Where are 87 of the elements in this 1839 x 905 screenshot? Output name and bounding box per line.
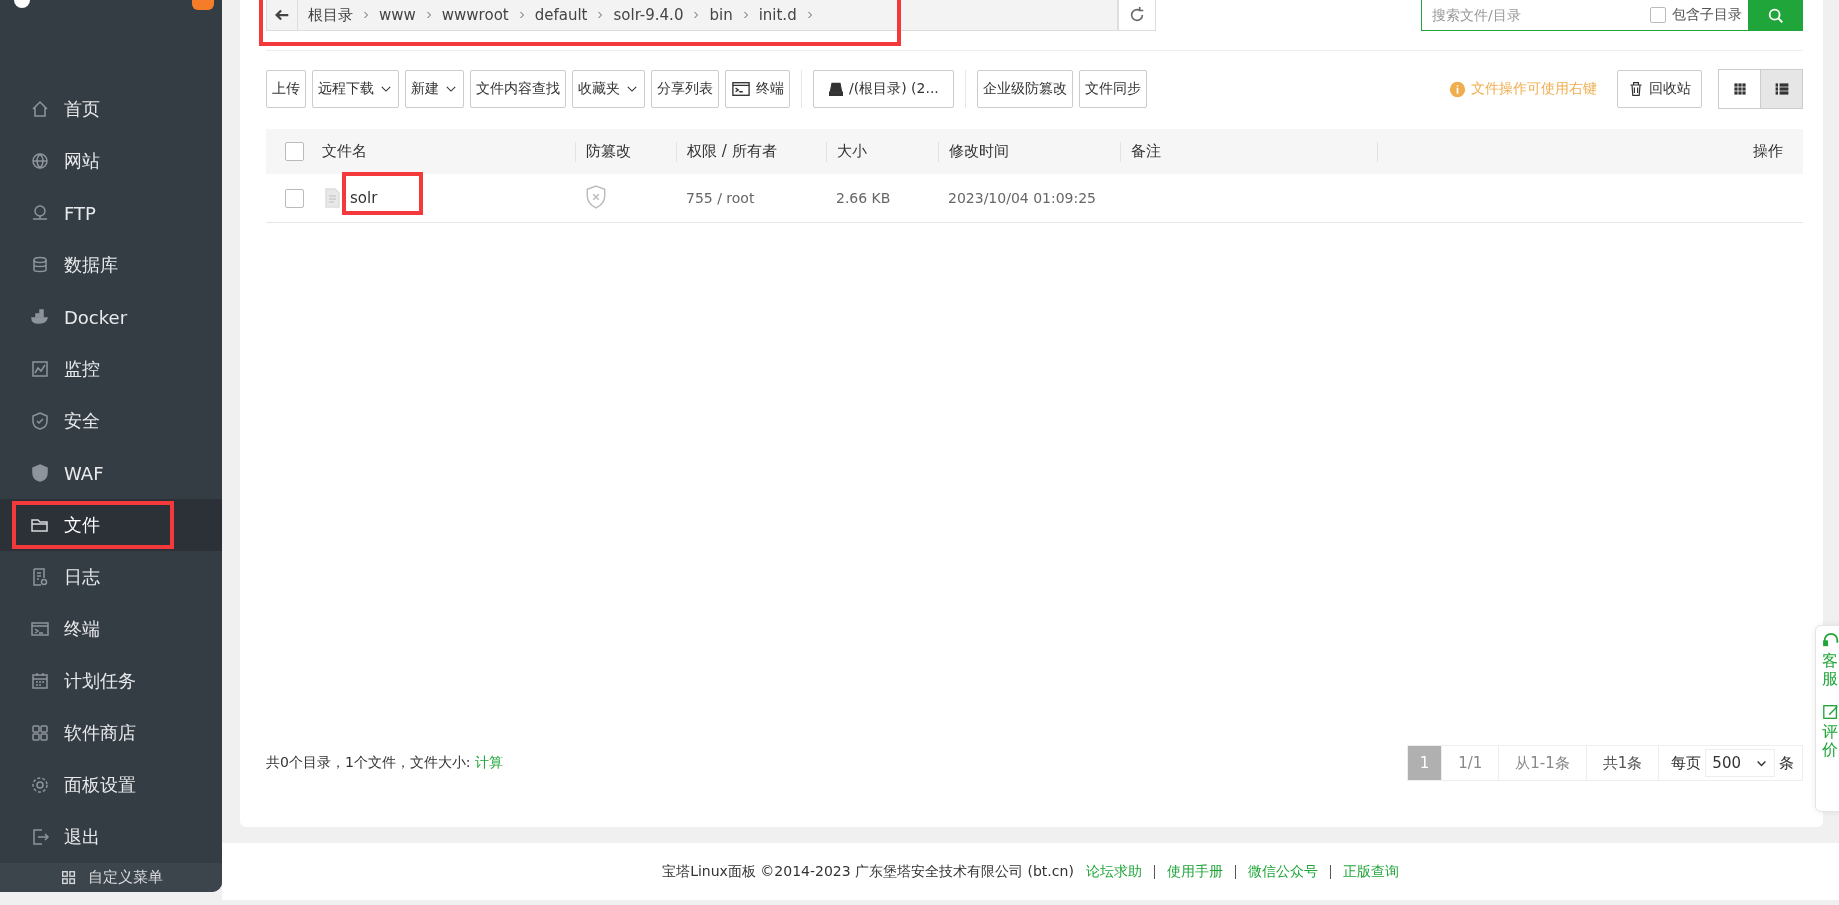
- total-count: 共1条: [1585, 746, 1659, 780]
- checkbox[interactable]: [1650, 7, 1666, 23]
- drive-icon: [828, 81, 844, 97]
- column-header: 备注: [1131, 142, 1161, 161]
- toolbar-button[interactable]: 上传: [266, 70, 306, 108]
- range-info: 从1-1条: [1498, 746, 1586, 780]
- copyright-text: 宝塔Linux面板 ©2014-2023 广东堡塔安全技术有限公司 (bt.cn): [662, 862, 1074, 881]
- breadcrumb-link[interactable]: solr-9.4.0: [613, 6, 684, 24]
- sidebar-item[interactable]: FTP: [0, 187, 222, 240]
- grid-view-icon: [1731, 81, 1748, 97]
- breadcrumb-link[interactable]: 根目录: [308, 5, 353, 25]
- dropdown-button[interactable]: 新建: [405, 70, 464, 108]
- table-cell-text: 2023/10/04 01:09:25: [947, 190, 1098, 206]
- breadcrumb-link[interactable]: wwwroot: [441, 6, 509, 24]
- gear-icon: [30, 775, 50, 796]
- grid-icon: [60, 868, 78, 887]
- shield-icon: [30, 411, 50, 432]
- column-header: 文件名: [322, 142, 367, 161]
- chart-icon: [30, 359, 50, 380]
- sidebar-item[interactable]: 监控: [0, 343, 222, 396]
- terminal-icon: [731, 80, 751, 98]
- sidebar-item[interactable]: 面板设置: [0, 759, 222, 812]
- search-glyph: [1766, 6, 1785, 25]
- hint-text: 文件操作可使用右键: [1471, 80, 1597, 98]
- row-checkbox[interactable]: [284, 188, 304, 208]
- checkbox-label: 包含子目录: [1672, 6, 1742, 24]
- breadcrumb-link[interactable]: default: [534, 6, 588, 24]
- sidebar-item[interactable]: 计划任务: [0, 655, 222, 708]
- dropdown-button[interactable]: 收藏夹: [572, 70, 645, 108]
- toolbar-button[interactable]: 企业级防篡改: [976, 70, 1073, 108]
- toolbar-button[interactable]: 分享列表: [651, 70, 719, 108]
- toolbar-button[interactable]: 文件内容查找: [470, 70, 566, 108]
- breadcrumb-link[interactable]: init.d: [758, 6, 797, 24]
- notification-badge: [192, 0, 214, 10]
- grid-icon: [30, 723, 50, 744]
- list-view-button[interactable]: [1761, 69, 1803, 109]
- toolbar-button[interactable]: 终端: [725, 70, 790, 108]
- chevron-right-icon: [361, 9, 371, 21]
- sidebar-item[interactable]: 首页: [0, 83, 222, 136]
- shield-icon: [30, 463, 50, 484]
- recycle-bin-button[interactable]: 回收站: [1617, 70, 1702, 108]
- breadcrumb-link[interactable]: bin: [709, 6, 733, 24]
- select-all-checkbox[interactable]: [284, 142, 304, 161]
- toolbar-button[interactable]: 文件同步: [1078, 70, 1147, 108]
- document-icon: [30, 567, 50, 588]
- sidebar-item[interactable]: 文件: [0, 499, 222, 552]
- home-icon: [30, 99, 50, 120]
- logout-icon: [30, 827, 50, 848]
- sidebar-item[interactable]: 退出: [0, 811, 222, 864]
- summary-text: 共0个目录，1个文件，文件大小: 计算: [266, 754, 503, 772]
- edit-icon: [1822, 703, 1839, 722]
- sidebar-item[interactable]: 网站: [0, 135, 222, 188]
- sidebar-item[interactable]: 日志: [0, 551, 222, 604]
- column-header: 大小: [837, 142, 867, 161]
- per-page-select[interactable]: 500: [1705, 749, 1775, 777]
- column-header: 修改时间: [949, 142, 1009, 161]
- sidebar-item[interactable]: 终端: [0, 603, 222, 656]
- per-page-unit: 条: [1779, 753, 1794, 773]
- trash-icon: [1628, 80, 1644, 98]
- sidebar-item[interactable]: Docker: [0, 291, 222, 344]
- toolbar-button[interactable]: /(根目录) (2...: [813, 70, 954, 108]
- column-header: 操作: [1753, 142, 1783, 161]
- page-info: 1/1: [1441, 746, 1499, 780]
- refresh-icon: [1128, 6, 1146, 24]
- logo-icon: [14, 0, 30, 8]
- column-header: 防篡改: [586, 142, 631, 161]
- sidebar-item[interactable]: 软件商店: [0, 707, 222, 760]
- table-cell-text: 755 / root: [685, 190, 756, 206]
- column-header: 权限 / 所有者: [687, 142, 777, 161]
- custom-menu-item[interactable]: 自定义菜单: [0, 863, 222, 892]
- per-page-label: 每页: [1671, 753, 1702, 773]
- sidebar-item[interactable]: 数据库: [0, 239, 222, 292]
- list-view-icon: [1773, 81, 1790, 97]
- info-icon: [1449, 80, 1466, 98]
- dropdown-button[interactable]: 远程下载: [312, 70, 399, 108]
- table-cell-text: 2.66 KB: [835, 190, 892, 206]
- sidebar-item[interactable]: WAF: [0, 447, 222, 500]
- grid-view-button[interactable]: [1718, 69, 1761, 109]
- breadcrumb-link[interactable]: www: [379, 6, 416, 24]
- file-name[interactable]: solr: [350, 189, 378, 207]
- refresh-button[interactable]: [1118, 0, 1156, 31]
- calendar-icon: [30, 671, 50, 692]
- search-button[interactable]: [1748, 0, 1803, 31]
- globe-icon: [30, 151, 50, 172]
- file-icon: [322, 186, 342, 210]
- search-field[interactable]: 搜索文件/目录: [1421, 0, 1650, 31]
- sidebar-item[interactable]: 安全: [0, 395, 222, 448]
